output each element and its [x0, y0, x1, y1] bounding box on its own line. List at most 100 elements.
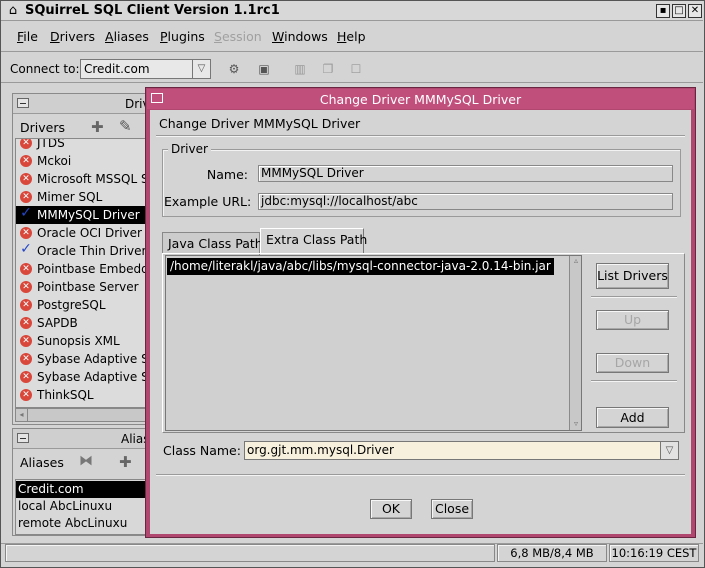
aliases-list[interactable]: Credit.com local AbcLinuxu remote AbcLinux… [15, 479, 147, 535]
error-icon: ✕ [20, 389, 32, 401]
chevron-down-icon[interactable]: ▽ [660, 442, 678, 459]
error-icon: ✕ [20, 191, 32, 203]
tile-windows-icon[interactable]: ▥ [291, 61, 309, 77]
driver-item-label: Sybase Adaptive Server [37, 370, 146, 384]
menu-aliases[interactable]: Aliases [105, 29, 149, 44]
ok-button[interactable]: OK [370, 499, 412, 519]
driver-item[interactable]: ✓ Oracle Thin Driver [16, 242, 146, 260]
driver-item[interactable]: ✕ Pointbase Server [16, 278, 146, 296]
driver-item-label: PostgreSQL [37, 298, 106, 312]
minimize-icon[interactable] [17, 98, 29, 108]
maximize-windows-icon[interactable]: ☐ [347, 61, 365, 77]
footer-separator [156, 474, 685, 476]
menu-plugins[interactable]: Plugins [160, 29, 205, 44]
squirrel-icon: ⌂ [8, 3, 18, 18]
drivers-hscrollbar[interactable]: ◂ [15, 408, 147, 422]
cascade-windows-icon[interactable]: ❐ [319, 61, 337, 77]
class-name-value: org.gjt.mm.mysql.Driver [247, 443, 394, 457]
statusbar: 6,8 MB/8,4 MB 10:16:19 CEST [1, 543, 703, 567]
buttons-separator [591, 296, 677, 298]
memory-status: 6,8 MB/8,4 MB [497, 544, 607, 562]
error-icon: ✕ [20, 335, 32, 347]
driver-item-label: ThinkSQL [37, 388, 94, 402]
clock-status: 10:16:19 CEST [609, 544, 699, 562]
maximize-button[interactable]: □ [672, 4, 686, 18]
error-icon: ✕ [20, 371, 32, 383]
driver-item[interactable]: ✕ JTDS [16, 138, 146, 152]
minimize-icon[interactable] [17, 433, 29, 443]
class-path-vscrollbar[interactable]: ▵ ▿ [569, 256, 581, 430]
drivers-toolbar: Drivers ✚ ✎ [15, 116, 147, 140]
driver-item[interactable]: ✕ Sunopsis XML [16, 332, 146, 350]
driver-item[interactable]: ✕ Mckoi [16, 152, 146, 170]
chevron-down-icon[interactable]: ▽ [192, 60, 210, 78]
check-icon: ✓ [20, 241, 32, 257]
window-titlebar[interactable]: ⌂ SQuirreL SQL Client Version 1.1rc1 ▪ □… [1, 1, 703, 21]
class-path-list[interactable]: /home/literakl/java/abc/libs/mysql-conne… [165, 255, 582, 431]
menu-session[interactable]: Session [214, 29, 262, 44]
new-session-icon[interactable]: ▣ [255, 61, 273, 77]
driver-item[interactable]: ✓ MMMySQL Driver [16, 206, 146, 224]
connect-to-select[interactable]: Credit.com ▽ [80, 59, 211, 79]
error-icon: ✕ [20, 317, 32, 329]
close-window-button[interactable]: ✕ [688, 4, 702, 18]
driver-item-label: Microsoft MSSQL Server [37, 172, 146, 186]
scroll-left-icon[interactable]: ◂ [16, 409, 28, 421]
drivers-frame-title: Drivers [125, 97, 147, 111]
driver-item-label: JTDS [37, 138, 65, 150]
tab-extra-class-path[interactable]: Extra Class Path [260, 228, 367, 254]
class-path-entry[interactable]: /home/literakl/java/abc/libs/mysql-conne… [167, 258, 554, 275]
aliases-frame-titlebar[interactable]: Aliases [13, 429, 147, 449]
driver-item[interactable]: ✕ Sybase Adaptive Server [16, 350, 146, 368]
add-alias-icon[interactable]: ✚ [119, 453, 132, 471]
driver-item[interactable]: ✕ Microsoft MSSQL Server [16, 170, 146, 188]
edit-driver-icon[interactable]: ✎ [119, 117, 132, 135]
driver-item[interactable]: ✕ Pointbase Embedded [16, 260, 146, 278]
menu-drivers[interactable]: Drivers [50, 29, 95, 44]
add-driver-icon[interactable]: ✚ [91, 118, 104, 136]
scroll-up-icon[interactable]: ▵ [570, 256, 581, 266]
main-toolbar: Connect to: Credit.com ▽ ⚙ ▣ ▥ ❐ ☐ [1, 55, 703, 83]
alias-item[interactable]: local AbcLinuxu [16, 498, 146, 515]
close-button[interactable]: Close [431, 499, 473, 519]
connect-icon[interactable]: ⚙ [225, 61, 243, 77]
buttons-separator-2 [591, 380, 677, 382]
driver-item-label: Sunopsis XML [37, 334, 120, 348]
minimize-button[interactable]: ▪ [656, 4, 670, 18]
drivers-frame-titlebar[interactable]: Drivers [13, 94, 147, 114]
driver-item[interactable]: ✕ ThinkSQL [16, 386, 146, 404]
name-field[interactable]: MMMySQL Driver [258, 165, 673, 182]
dialog-titlebar[interactable]: Change Driver MMMySQL Driver [147, 89, 694, 109]
menu-help[interactable]: Help [337, 29, 366, 44]
list-drivers-button[interactable]: List Drivers [596, 263, 669, 289]
status-message-panel [5, 544, 495, 562]
aliases-frame-title: Aliases [121, 432, 147, 446]
driver-item-label: Oracle OCI Driver [37, 226, 142, 240]
driver-item[interactable]: ✕ Mimer SQL [16, 188, 146, 206]
add-button[interactable]: Add [596, 407, 669, 428]
menu-windows[interactable]: Windows [272, 29, 328, 44]
alias-item[interactable]: remote AbcLinuxu [16, 515, 146, 532]
driver-item[interactable]: ✕ Sybase Adaptive Server [16, 368, 146, 386]
driver-item-label: Oracle Thin Driver [37, 244, 147, 258]
name-label: Name: [206, 167, 248, 182]
alias-item[interactable]: Credit.com [16, 481, 146, 498]
example-url-field[interactable]: jdbc:mysql://localhost/abc [258, 193, 673, 210]
menu-file[interactable]: File [17, 29, 38, 44]
window-title: SQuirreL SQL Client Version 1.1rc1 [25, 3, 280, 18]
driver-item[interactable]: ✕ PostgreSQL [16, 296, 146, 314]
driver-item[interactable]: ✕ SAPDB [16, 314, 146, 332]
menubar: File Drivers Aliases Plugins Session Win… [1, 22, 703, 52]
change-driver-dialog: Change Driver MMMySQL Driver Change Driv… [145, 87, 696, 538]
scroll-down-icon[interactable]: ▿ [570, 419, 581, 429]
drivers-list[interactable]: ✕ JTDS ✕ Mckoi ✕ Microsoft MSSQL Server ✕ Mimer… [15, 138, 147, 408]
up-button[interactable]: Up [596, 310, 669, 330]
class-name-select[interactable]: org.gjt.mm.mysql.Driver ▽ [244, 441, 679, 460]
dialog-body: Change Driver MMMySQL Driver Driver Name… [150, 110, 691, 534]
aliases-toolbar-label: Aliases [20, 455, 64, 470]
driver-item[interactable]: ✕ Oracle OCI Driver [16, 224, 146, 242]
driver-item-label: Pointbase Server [37, 280, 139, 294]
down-button[interactable]: Down [596, 353, 669, 373]
connect-alias-icon[interactable]: ⧓ [79, 453, 93, 469]
driver-item-label: Mimer SQL [37, 190, 103, 204]
